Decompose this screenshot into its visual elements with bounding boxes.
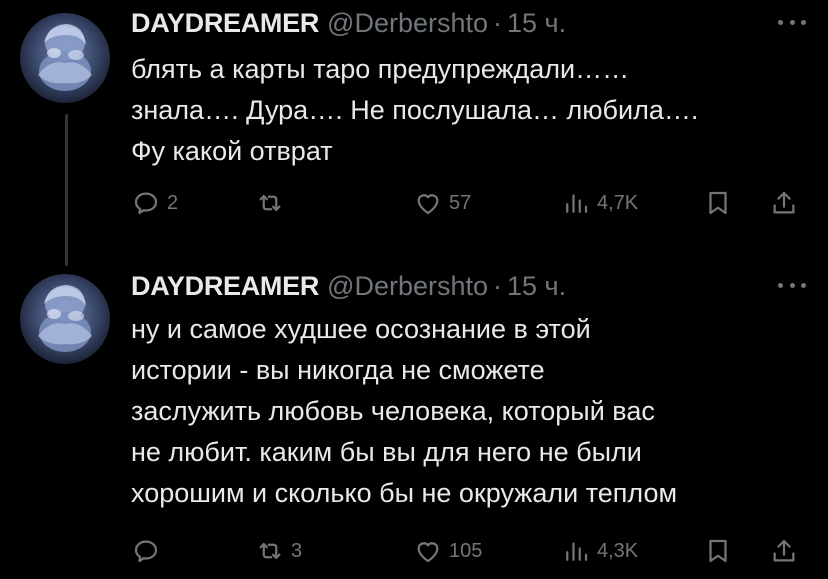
avatar-illustration bbox=[38, 24, 92, 91]
avatar[interactable] bbox=[20, 13, 110, 103]
header-separator: · bbox=[493, 8, 503, 38]
views-count: 4,7K bbox=[597, 191, 639, 214]
views-icon bbox=[566, 542, 588, 561]
more-icon[interactable] bbox=[778, 12, 806, 32]
tweet[interactable]: DAYDREAMER @Derbershto · 15 ч. блять а к… bbox=[0, 0, 828, 266]
bookmark-button[interactable] bbox=[703, 186, 733, 220]
tweet[interactable]: DAYDREAMER @Derbershto · 15 ч. ну и само… bbox=[0, 266, 828, 579]
share-icon bbox=[773, 539, 795, 562]
timestamp[interactable]: 15 ч. bbox=[507, 269, 566, 303]
views-icon bbox=[566, 194, 588, 213]
reply-count: 2 bbox=[167, 191, 179, 214]
more-icon[interactable] bbox=[778, 275, 806, 295]
share-button[interactable] bbox=[769, 186, 799, 220]
reply-button[interactable] bbox=[131, 534, 167, 568]
retweet-button[interactable] bbox=[255, 186, 291, 220]
share-button[interactable] bbox=[769, 534, 799, 568]
retweet-icon bbox=[259, 543, 281, 559]
bookmark-button[interactable] bbox=[703, 534, 733, 568]
reply-icon bbox=[134, 192, 158, 215]
views-button[interactable]: 4,3K bbox=[561, 534, 638, 568]
tweet-actions: 2 57 4,7K bbox=[131, 186, 811, 220]
tweet-actions: 3 105 4,3K bbox=[131, 534, 811, 568]
user-handle[interactable]: @Derbershto bbox=[327, 269, 488, 303]
display-name[interactable]: DAYDREAMER bbox=[131, 6, 319, 40]
like-button[interactable]: 105 bbox=[413, 534, 482, 568]
tweet-header: DAYDREAMER @Derbershto · 15 ч. bbox=[131, 6, 566, 40]
timestamp[interactable]: 15 ч. bbox=[507, 6, 566, 40]
bookmark-icon bbox=[709, 191, 727, 215]
tweet-header: DAYDREAMER @Derbershto · 15 ч. bbox=[131, 269, 566, 303]
like-icon bbox=[417, 194, 439, 215]
like-count: 57 bbox=[449, 191, 472, 214]
user-handle[interactable]: @Derbershto bbox=[327, 6, 488, 40]
reply-icon bbox=[134, 540, 158, 563]
retweet-count: 3 bbox=[291, 539, 303, 562]
retweet-button[interactable]: 3 bbox=[255, 534, 302, 568]
avatar-illustration bbox=[38, 285, 92, 352]
like-button[interactable]: 57 bbox=[413, 186, 471, 220]
avatar[interactable] bbox=[20, 274, 110, 364]
tweet-text: ну и самое худшее осознание в этой истор… bbox=[131, 314, 678, 508]
bookmark-icon bbox=[709, 539, 727, 563]
like-icon bbox=[417, 542, 439, 563]
views-button[interactable]: 4,7K bbox=[561, 186, 638, 220]
share-icon bbox=[773, 191, 795, 214]
reply-button[interactable]: 2 bbox=[131, 186, 178, 220]
display-name[interactable]: DAYDREAMER bbox=[131, 269, 319, 303]
like-count: 105 bbox=[449, 539, 483, 562]
header-separator: · bbox=[493, 271, 503, 301]
retweet-icon bbox=[259, 195, 281, 211]
views-count: 4,3K bbox=[597, 539, 639, 562]
tweet-text: блять а карты таро предупреждали…… знала… bbox=[131, 54, 699, 166]
